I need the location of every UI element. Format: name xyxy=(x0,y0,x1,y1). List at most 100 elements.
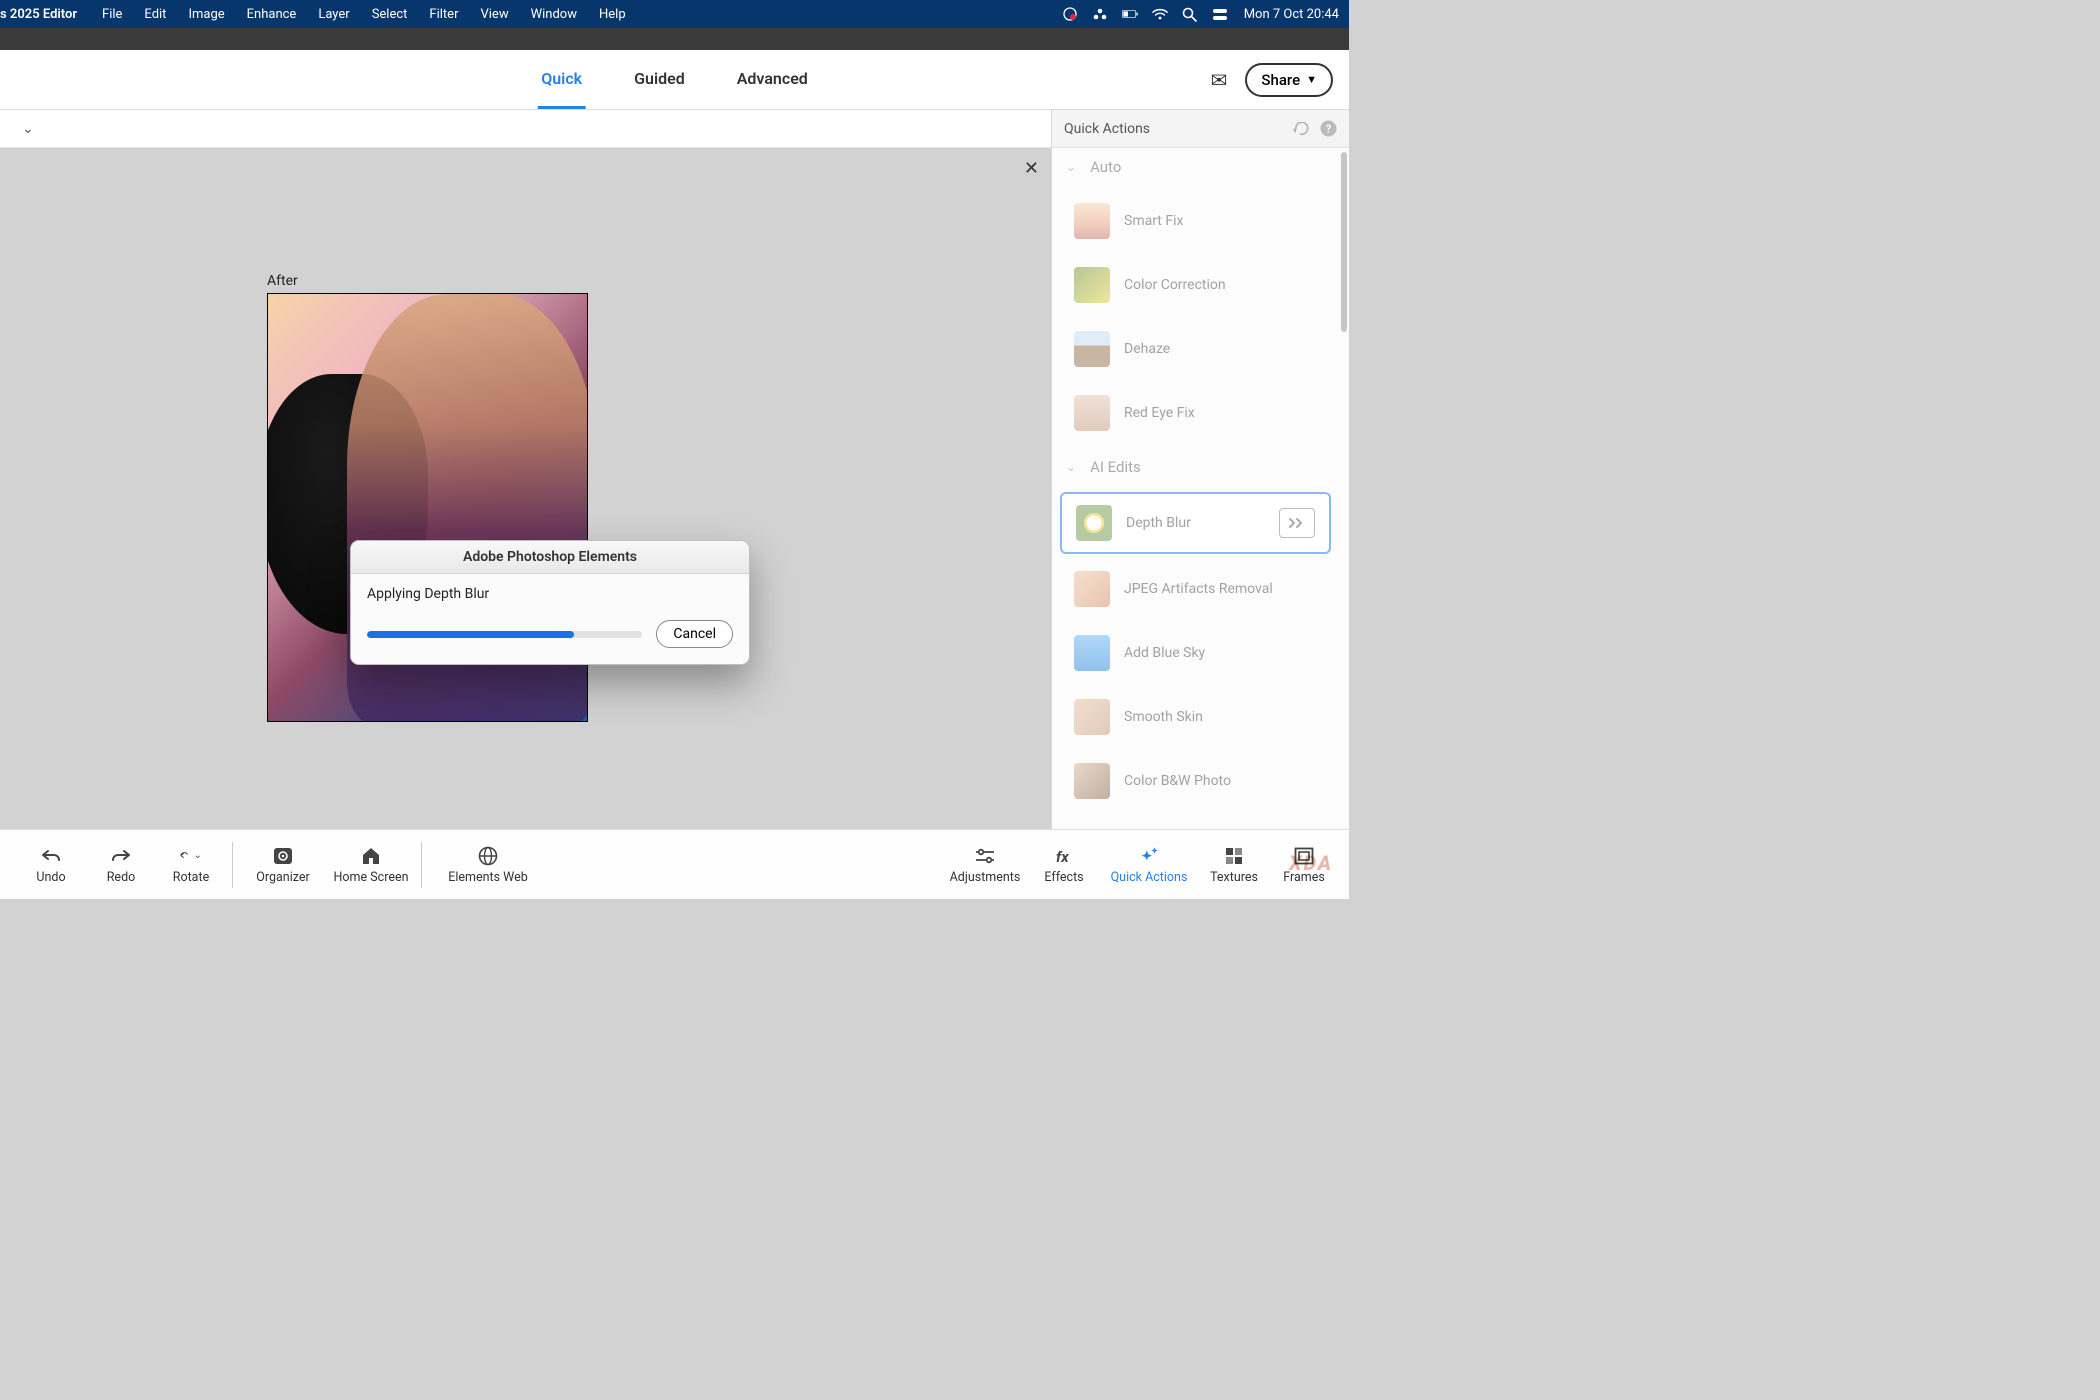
qa-label: Depth Blur xyxy=(1126,515,1191,531)
reset-icon[interactable] xyxy=(1292,122,1310,136)
undo-button[interactable]: Undo xyxy=(16,842,86,888)
qa-red-eye-fix[interactable]: Red Eye Fix xyxy=(1060,384,1331,442)
share-label: Share xyxy=(1261,71,1300,89)
menu-select[interactable]: Select xyxy=(361,7,419,22)
qa-thumb-icon xyxy=(1074,267,1110,303)
textures-button[interactable]: Textures xyxy=(1199,845,1269,885)
right-panel-scrollbar[interactable] xyxy=(1341,152,1347,332)
qa-label: Red Eye Fix xyxy=(1124,405,1195,421)
quick-actions-label: Quick Actions xyxy=(1111,870,1188,885)
adjustments-label: Adjustments xyxy=(950,870,1021,885)
qa-thumb-icon xyxy=(1074,699,1110,735)
qa-depth-blur[interactable]: Depth Blur xyxy=(1060,492,1331,554)
rotate-button[interactable]: ⌄ Rotate xyxy=(156,842,226,888)
help-icon[interactable]: ? xyxy=(1320,120,1337,137)
app-title: s 2025 Editor xyxy=(0,7,91,22)
home-label: Home Screen xyxy=(334,870,409,885)
qa-color-correction[interactable]: Color Correction xyxy=(1060,256,1331,314)
qa-jpeg-artifacts[interactable]: JPEG Artifacts Removal xyxy=(1060,560,1331,618)
dialog-message: Applying Depth Blur xyxy=(367,586,733,602)
progress-bar xyxy=(367,631,642,638)
organizer-button[interactable]: Organizer xyxy=(239,842,327,888)
dialog-title: Adobe Photoshop Elements xyxy=(351,541,749,574)
wifi-icon[interactable] xyxy=(1152,6,1168,22)
share-button[interactable]: Share ▼ xyxy=(1245,63,1333,97)
qa-label: Smooth Skin xyxy=(1124,709,1203,725)
home-icon xyxy=(360,845,382,867)
view-toggle-chevron[interactable]: ⌄ xyxy=(0,121,34,137)
menubar-clock[interactable]: Mon 7 Oct 20:44 xyxy=(1242,7,1339,22)
menu-view[interactable]: View xyxy=(469,7,519,22)
section-ai-label: AI Edits xyxy=(1090,458,1141,476)
elements-web-label: Elements Web xyxy=(448,870,527,885)
menu-filter[interactable]: Filter xyxy=(418,7,469,22)
screen-record-icon[interactable] xyxy=(1062,6,1078,22)
effects-button[interactable]: fx Effects xyxy=(1029,845,1099,885)
menubar-status-right: Mon 7 Oct 20:44 xyxy=(1062,6,1349,22)
textures-label: Textures xyxy=(1210,870,1258,885)
control-center-icon[interactable] xyxy=(1212,6,1228,22)
qa-smooth-skin[interactable]: Smooth Skin xyxy=(1060,688,1331,746)
qa-label: JPEG Artifacts Removal xyxy=(1124,581,1273,597)
menu-image[interactable]: Image xyxy=(177,7,235,22)
tab-quick[interactable]: Quick xyxy=(537,51,586,109)
qa-thumb-icon xyxy=(1074,203,1110,239)
close-document-button[interactable]: ✕ xyxy=(1024,158,1039,179)
svg-text:?: ? xyxy=(1326,123,1332,136)
home-button[interactable]: Home Screen xyxy=(327,842,415,888)
mail-icon[interactable]: ✉ xyxy=(1211,68,1228,92)
menu-window[interactable]: Window xyxy=(520,7,588,22)
qa-add-blue-sky[interactable]: Add Blue Sky xyxy=(1060,624,1331,682)
menu-items: File Edit Image Enhance Layer Select Fil… xyxy=(91,7,637,22)
qa-thumb-icon xyxy=(1074,635,1110,671)
qa-color-bw-photo[interactable]: Color B&W Photo xyxy=(1060,752,1331,810)
chevron-down-icon: ▼ xyxy=(1306,73,1317,86)
effects-icon: fx xyxy=(1053,845,1075,867)
cancel-button[interactable]: Cancel xyxy=(656,620,733,648)
macos-menubar: s 2025 Editor File Edit Image Enhance La… xyxy=(0,0,1349,28)
menu-enhance[interactable]: Enhance xyxy=(236,7,308,22)
chevron-down-icon: ⌄ xyxy=(1066,160,1076,174)
qa-thumb-icon xyxy=(1074,763,1110,799)
frames-icon xyxy=(1293,845,1315,867)
menu-layer[interactable]: Layer xyxy=(307,7,360,22)
menu-file[interactable]: File xyxy=(91,7,133,22)
qa-thumb-icon xyxy=(1074,395,1110,431)
bottom-bar: Undo Redo ⌄ Rotate Organizer Home Screen xyxy=(0,829,1349,899)
section-ai-header[interactable]: ⌄ AI Edits xyxy=(1052,448,1339,486)
qa-label: Color B&W Photo xyxy=(1124,773,1231,789)
adjustments-icon xyxy=(974,845,996,867)
undo-icon xyxy=(40,845,62,867)
qa-smart-fix[interactable]: Smart Fix xyxy=(1060,192,1331,250)
elements-web-button[interactable]: Elements Web xyxy=(428,842,548,888)
mode-tabs-bar: Quick Guided Advanced ✉ Share ▼ xyxy=(0,50,1349,110)
battery-icon[interactable] xyxy=(1122,6,1138,22)
qa-thumb-icon xyxy=(1074,571,1110,607)
window-titlebar xyxy=(0,28,1349,50)
textures-icon xyxy=(1223,845,1245,867)
quick-actions-button[interactable]: Quick Actions xyxy=(1099,845,1199,885)
frames-button[interactable]: Frames xyxy=(1269,845,1339,885)
rotate-icon: ⌄ xyxy=(180,845,202,867)
organizer-icon xyxy=(272,845,294,867)
globe-icon xyxy=(477,845,499,867)
apply-button[interactable] xyxy=(1279,508,1315,538)
section-auto-label: Auto xyxy=(1090,158,1121,176)
app-root: s 2025 Editor File Edit Image Enhance La… xyxy=(0,0,1349,899)
section-auto-header[interactable]: ⌄ Auto xyxy=(1052,148,1339,186)
chevron-down-icon: ⌄ xyxy=(1066,460,1076,474)
qa-dehaze[interactable]: Dehaze xyxy=(1060,320,1331,378)
tab-advanced[interactable]: Advanced xyxy=(733,51,812,109)
qa-thumb-icon xyxy=(1076,505,1112,541)
menu-edit[interactable]: Edit xyxy=(133,7,177,22)
tab-guided[interactable]: Guided xyxy=(630,51,689,109)
redo-label: Redo xyxy=(107,870,136,885)
menu-help[interactable]: Help xyxy=(588,7,637,22)
progress-fill xyxy=(367,631,574,638)
adjustments-button[interactable]: Adjustments xyxy=(941,845,1029,885)
qa-label: Dehaze xyxy=(1124,341,1170,357)
redo-button[interactable]: Redo xyxy=(86,842,156,888)
qa-label: Smart Fix xyxy=(1124,213,1183,229)
search-icon[interactable] xyxy=(1182,6,1198,22)
status-dots-icon[interactable] xyxy=(1092,6,1108,22)
